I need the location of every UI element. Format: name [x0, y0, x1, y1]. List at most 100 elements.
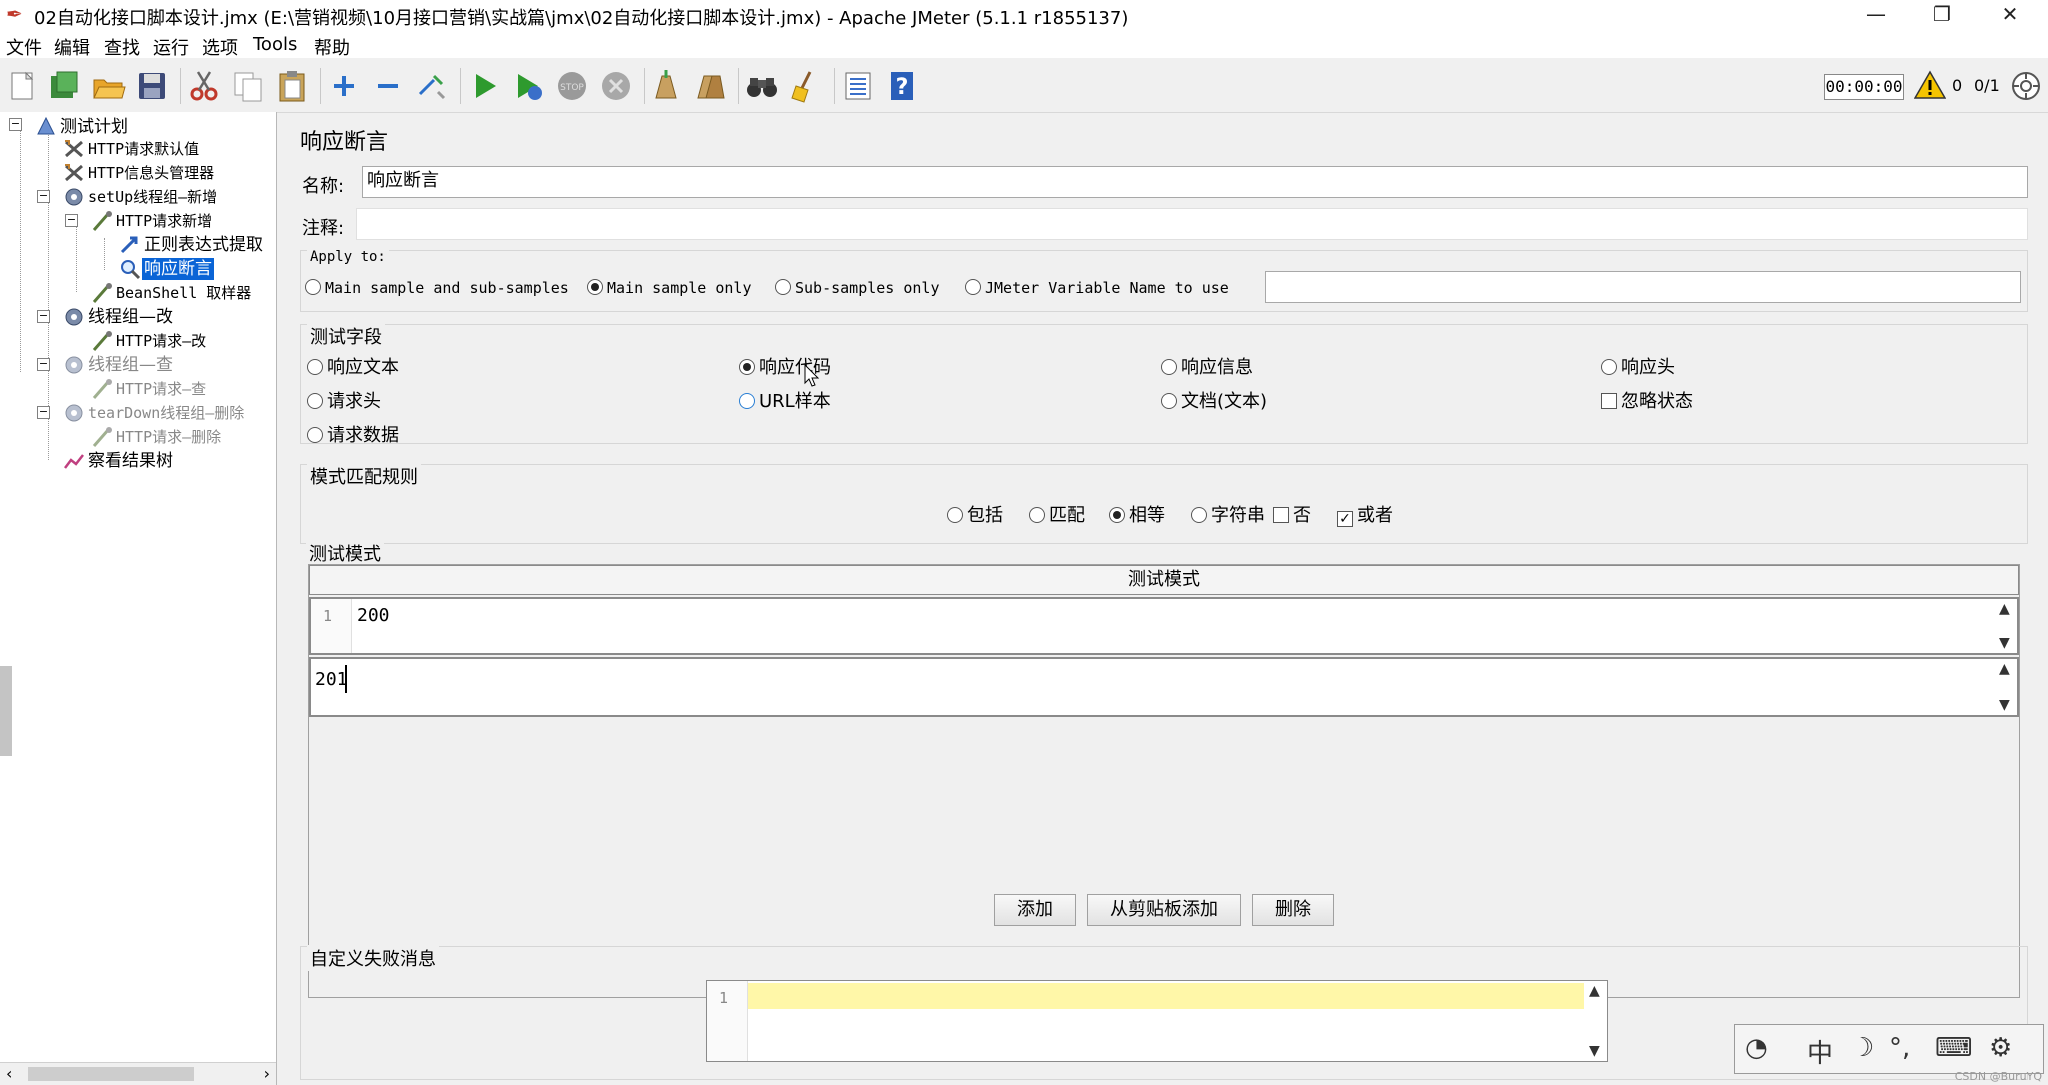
rule-substring-radio[interactable]: 字符串: [1191, 505, 1265, 527]
tree-node-test-plan[interactable]: 测试计划: [34, 116, 130, 138]
field-response-message-radio[interactable]: 响应信息: [1161, 357, 1253, 379]
cut-icon[interactable]: [186, 68, 222, 104]
tree-expander[interactable]: −: [37, 190, 50, 203]
ime-settings-gear-icon[interactable]: ⚙: [1989, 1033, 2012, 1063]
paste-icon[interactable]: [274, 68, 310, 104]
rule-equals-radio[interactable]: 相等: [1109, 505, 1165, 527]
tree-node-http-request-update[interactable]: HTTP请求—改: [90, 330, 208, 352]
scroll-left-icon[interactable]: ‹: [6, 1064, 12, 1083]
add-from-clipboard-button[interactable]: 从剪贴板添加: [1087, 894, 1241, 926]
failure-message-scrollbar[interactable]: ▲ ▼: [1585, 981, 1607, 1061]
ime-keyboard-icon[interactable]: ⌨: [1935, 1033, 1973, 1063]
menu-options[interactable]: 选项: [202, 34, 238, 60]
add-button[interactable]: 添加: [994, 894, 1076, 926]
scroll-down-icon[interactable]: ▼: [1589, 1043, 1600, 1059]
field-document-radio[interactable]: 文档(文本): [1161, 391, 1267, 413]
pattern-row-1-scrollbar[interactable]: ▲ ▼: [1995, 599, 2017, 653]
pattern-row-2-scrollbar[interactable]: ▲ ▼: [1995, 659, 2017, 715]
tree-node-regex-extractor[interactable]: 正则表达式提取: [118, 234, 265, 256]
reset-search-broom-icon[interactable]: [788, 68, 824, 104]
apply-main-only-radio[interactable]: Main sample only: [587, 277, 752, 299]
shutdown-icon[interactable]: [598, 68, 634, 104]
close-button[interactable]: ✕: [1980, 0, 2040, 30]
tree-expander[interactable]: −: [9, 118, 22, 131]
tree-node-setup-thread-group[interactable]: setUp线程组—新增: [62, 186, 219, 208]
tree-node-http-request-add[interactable]: HTTP请求新增: [90, 210, 214, 232]
scroll-down-icon[interactable]: ▼: [1999, 635, 2010, 651]
new-icon[interactable]: [4, 68, 40, 104]
field-url-sampled-radio[interactable]: URL样本: [739, 391, 831, 413]
tree-node-http-defaults[interactable]: HTTP请求默认值: [62, 138, 201, 160]
rule-or-checkbox[interactable]: ✓ 或者: [1337, 505, 1393, 527]
clear-all-icon[interactable]: [692, 68, 728, 104]
ime-logo-icon[interactable]: ◔: [1745, 1033, 1768, 1063]
start-no-pauses-icon[interactable]: [510, 68, 546, 104]
collapse-all-icon[interactable]: [370, 68, 406, 104]
copy-icon[interactable]: [230, 68, 266, 104]
tree-node-beanshell-sampler[interactable]: BeanShell 取样器: [90, 282, 253, 304]
scroll-right-icon[interactable]: ›: [264, 1064, 270, 1083]
scroll-up-icon[interactable]: ▲: [1589, 983, 1600, 999]
function-helper-icon[interactable]: [840, 68, 876, 104]
test-plan-tree[interactable]: − 测试计划 HTTP请求默认值 HTTP信息头管理器 − setUp线程组—新…: [0, 112, 277, 1085]
apply-sub-only-radio[interactable]: Sub-samples only: [775, 277, 940, 299]
field-response-text-radio[interactable]: 响应文本: [307, 357, 399, 379]
tree-horizontal-scrollbar[interactable]: ‹ ›: [0, 1062, 276, 1085]
comment-input[interactable]: [356, 208, 2028, 240]
tree-node-response-assertion[interactable]: 响应断言: [118, 258, 214, 280]
rule-matches-radio[interactable]: 匹配: [1029, 505, 1085, 527]
menu-run[interactable]: 运行: [153, 34, 189, 60]
tree-node-header-manager[interactable]: HTTP信息头管理器: [62, 162, 216, 184]
tree-node-thread-group-update[interactable]: 线程组—改: [62, 306, 175, 328]
pattern-row-2-editor[interactable]: 201 ▲ ▼: [309, 657, 2019, 717]
ignore-status-checkbox[interactable]: 忽略状态: [1601, 391, 1693, 413]
restore-button[interactable]: ❐: [1912, 0, 1972, 30]
variable-name-input[interactable]: [1265, 271, 2021, 303]
rule-not-checkbox[interactable]: 否: [1273, 505, 1311, 527]
tree-node-view-results-tree[interactable]: 察看结果树: [62, 450, 175, 472]
toggle-icon[interactable]: [414, 68, 450, 104]
rule-contains-radio[interactable]: 包括: [947, 505, 1003, 527]
ime-mode-toggle[interactable]: 中: [1807, 1033, 1833, 1070]
tree-node-thread-group-query[interactable]: 线程组—查: [62, 354, 175, 376]
warning-icon[interactable]: [1913, 70, 1947, 100]
clear-icon[interactable]: [648, 68, 684, 104]
field-response-headers-radio[interactable]: 响应头: [1601, 357, 1675, 379]
stop-icon[interactable]: STOP: [554, 68, 590, 104]
scroll-up-icon[interactable]: ▲: [1999, 601, 2010, 617]
name-input[interactable]: 响应断言: [362, 166, 2028, 198]
save-icon[interactable]: [134, 68, 170, 104]
open-icon[interactable]: [90, 68, 126, 104]
splitter-handle[interactable]: [0, 666, 12, 756]
tree-node-http-request-query[interactable]: HTTP请求—查: [90, 378, 208, 400]
delete-button[interactable]: 删除: [1252, 894, 1334, 926]
tree-expander[interactable]: −: [37, 358, 50, 371]
apply-main-and-sub-radio[interactable]: Main sample and sub-samples: [305, 277, 569, 299]
ime-moon-icon[interactable]: ☽: [1851, 1033, 1874, 1063]
scroll-thumb[interactable]: [28, 1067, 194, 1081]
ime-punctuation-icon[interactable]: °,: [1889, 1033, 1910, 1063]
patterns-column-header[interactable]: 测试模式: [309, 565, 2019, 595]
tree-node-http-request-delete[interactable]: HTTP请求—删除: [90, 426, 223, 448]
field-request-headers-radio[interactable]: 请求头: [307, 391, 381, 413]
tree-node-teardown-thread-group[interactable]: tearDown线程组—删除: [62, 402, 246, 424]
failure-message-editor[interactable]: 1 ▲ ▼: [706, 980, 1608, 1062]
menu-help[interactable]: 帮助: [314, 34, 350, 60]
field-request-data-radio[interactable]: 请求数据: [307, 425, 399, 447]
menu-edit[interactable]: 编辑: [54, 34, 90, 60]
tree-expander[interactable]: −: [37, 406, 50, 419]
tree-expander[interactable]: −: [37, 310, 50, 323]
scroll-down-icon[interactable]: ▼: [1999, 697, 2010, 713]
scroll-up-icon[interactable]: ▲: [1999, 661, 2010, 677]
menu-search[interactable]: 查找: [104, 34, 140, 60]
apply-jmeter-variable-radio[interactable]: JMeter Variable Name to use: [965, 277, 1229, 299]
search-binoculars-icon[interactable]: [744, 68, 780, 104]
expand-all-icon[interactable]: [326, 68, 362, 104]
help-icon[interactable]: ?: [884, 68, 920, 104]
menu-file[interactable]: 文件: [6, 34, 42, 60]
pattern-row-1-editor[interactable]: 1 200 ▲ ▼: [309, 597, 2019, 655]
start-icon[interactable]: [466, 68, 502, 104]
minimize-button[interactable]: —: [1846, 0, 1906, 30]
tree-expander[interactable]: −: [65, 214, 78, 227]
menu-tools[interactable]: Tools: [253, 34, 297, 55]
